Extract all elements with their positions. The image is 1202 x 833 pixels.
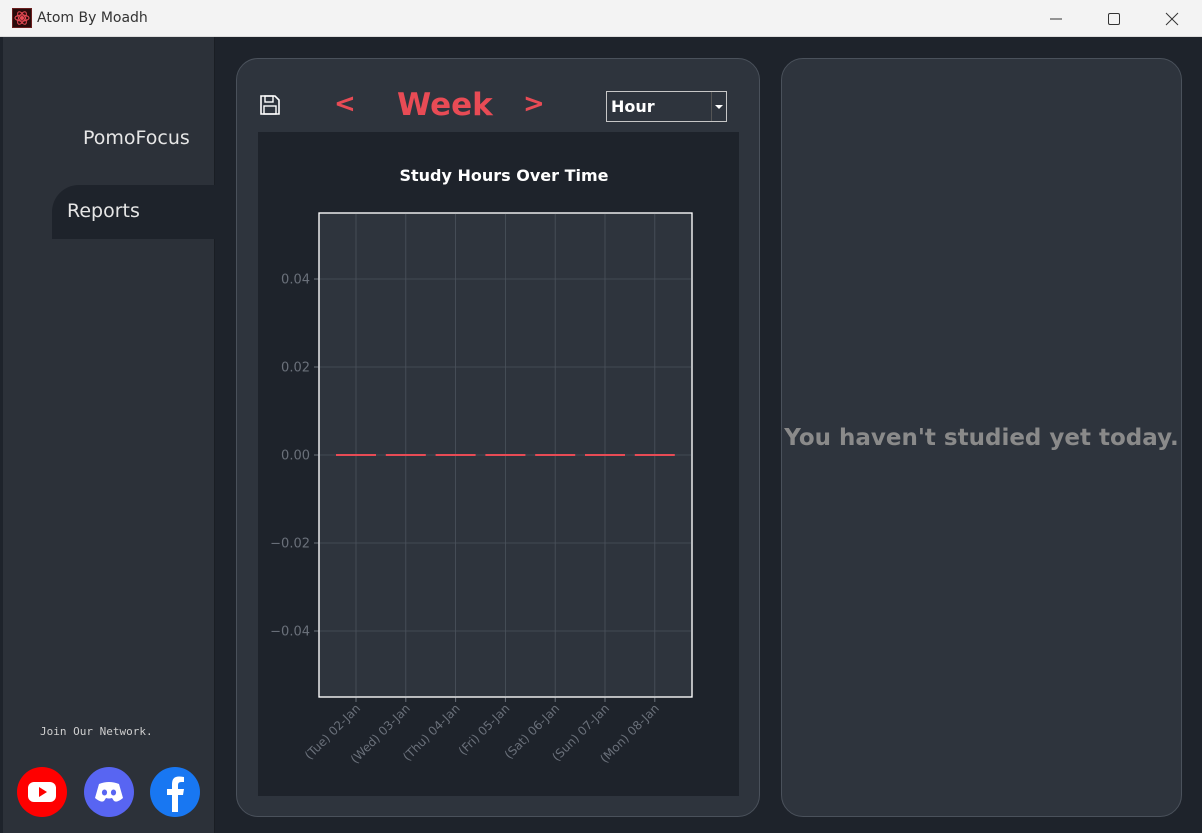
y-tick-label: 0.02 <box>281 361 310 376</box>
y-tick-label: −0.02 <box>270 537 310 552</box>
youtube-button[interactable] <box>17 767 67 817</box>
y-tick-label: 0.04 <box>281 273 310 288</box>
y-tick-label: 0.00 <box>281 449 310 464</box>
facebook-icon <box>167 776 184 812</box>
next-period-button[interactable]: > <box>523 89 545 119</box>
sidebar-item-pomofocus[interactable]: PomoFocus <box>83 127 190 149</box>
report-card: < Week > Hour Study Hours Over Time 0.04… <box>236 58 760 817</box>
sidebar-item-reports-label: Reports <box>67 200 140 222</box>
youtube-icon <box>28 782 56 802</box>
chart-bar <box>385 454 426 456</box>
chart-bar <box>435 454 476 456</box>
main-content: < Week > Hour Study Hours Over Time 0.04… <box>215 37 1202 833</box>
save-icon[interactable] <box>259 94 281 116</box>
maximize-button[interactable] <box>1085 0 1143 37</box>
facebook-button[interactable] <box>150 767 200 817</box>
minimize-icon <box>1050 18 1062 19</box>
chart-bar <box>535 454 576 456</box>
window-title: Atom By Moadh <box>37 10 148 26</box>
atom-app-icon <box>12 8 32 28</box>
chart-bar <box>485 454 526 456</box>
chart-bar <box>634 454 675 456</box>
discord-button[interactable] <box>84 767 134 817</box>
chart-bar <box>585 454 625 456</box>
unit-select[interactable]: Hour <box>606 91 727 122</box>
period-title: Week <box>397 87 493 123</box>
today-summary-card: You haven't studied yet today. <box>781 58 1182 817</box>
maximize-icon <box>1108 12 1120 25</box>
chart-bar <box>336 454 376 456</box>
title-bar: Atom By Moadh <box>0 0 1202 37</box>
y-tick-label: −0.04 <box>270 625 310 640</box>
previous-period-button[interactable]: < <box>334 89 356 119</box>
close-button[interactable] <box>1143 0 1201 37</box>
empty-state-message: You haven't studied yet today. <box>784 425 1179 451</box>
chart-area: Study Hours Over Time 0.04 0.02 0.00 −0.02 −… <box>258 132 739 796</box>
unit-select-value: Hour <box>611 97 655 116</box>
close-icon <box>1165 12 1179 25</box>
minimize-button[interactable] <box>1027 0 1085 37</box>
chevron-down-icon <box>711 92 726 121</box>
network-label: Join Our Network. <box>40 725 153 738</box>
sidebar: PomoFocus Reports Join Our Network. <box>3 37 216 833</box>
study-hours-chart: Study Hours Over Time 0.04 0.02 0.00 −0.02 −… <box>270 166 693 766</box>
sidebar-item-reports[interactable]: Reports <box>52 185 216 239</box>
discord-icon <box>95 782 123 802</box>
chart-title: Study Hours Over Time <box>399 166 608 185</box>
